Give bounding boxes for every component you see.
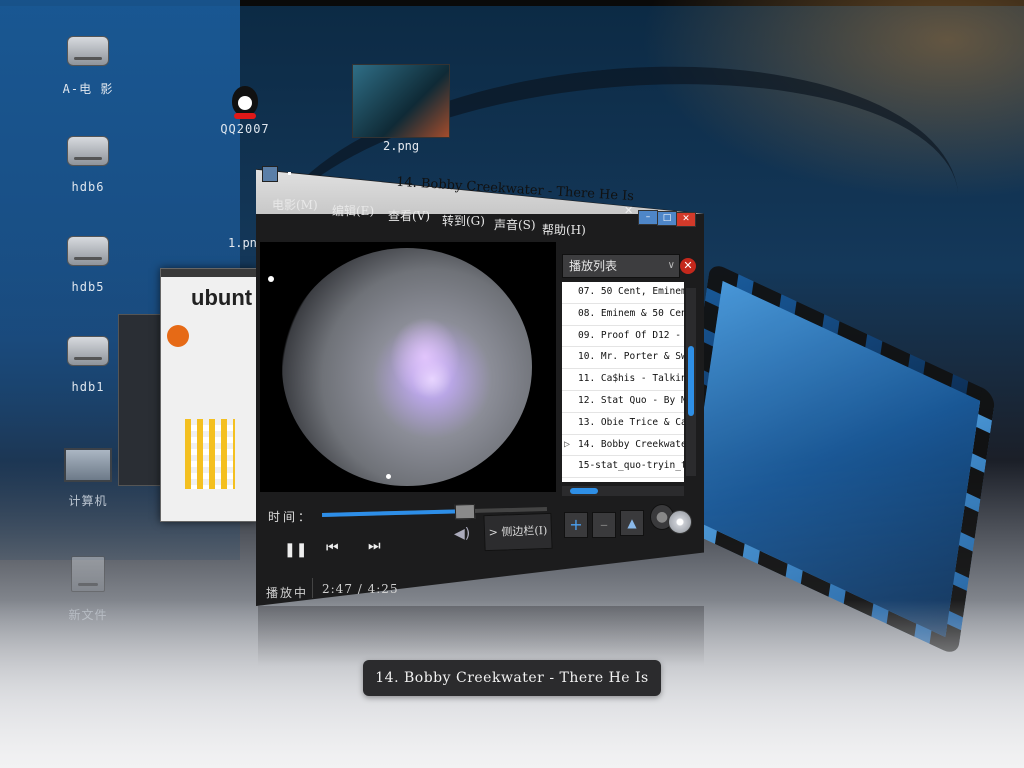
disc-icon [668, 510, 692, 534]
playlist-item[interactable]: 13. Obie Trice & Ca$h [562, 413, 684, 435]
wallpaper-filmstrip [672, 261, 996, 657]
window-reflection [258, 606, 704, 666]
elapsed-time: 2:47 [322, 582, 353, 596]
menu-view[interactable]: 查看(V) [388, 207, 430, 224]
media-player-window[interactable]: 14. Bobby Creekwater - There He Is ✕ – □… [256, 160, 704, 606]
seek-bar-handle[interactable] [454, 503, 475, 520]
drive-icon [67, 236, 109, 266]
desktop-icon-hdb6[interactable]: hdb6 [43, 136, 133, 194]
previous-button[interactable]: ⏮ [320, 538, 345, 557]
background-window-dark[interactable] [118, 314, 164, 486]
playlist-item[interactable]: 09. Proof Of D12 - T [562, 326, 684, 348]
status-text: 播放中 [266, 586, 309, 600]
add-to-playlist-button[interactable]: + [564, 512, 588, 538]
menu-movie[interactable]: 电影(M) [272, 196, 318, 213]
time-label: 时间： [268, 510, 314, 524]
playlist-vertical-scrollbar[interactable] [686, 288, 696, 476]
titlebar-dot [288, 172, 291, 175]
playlist-item-label: 08. Eminem & 50 Cent [578, 307, 684, 319]
close-playlist-button[interactable]: ✕ [680, 258, 696, 274]
volume-icon[interactable]: ◀) [454, 526, 470, 542]
playlist-item-label: 11. Ca$his - Talkin' [578, 373, 684, 385]
playlist-item-label: 09. Proof Of D12 - T [578, 329, 684, 341]
playlist-item[interactable]: 16-stat_quo_and_bobb [562, 478, 684, 482]
chevron-down-icon: ∨ [667, 260, 675, 271]
emoticon-grid [185, 419, 235, 489]
status-separator [312, 578, 313, 598]
desktop-icon-label: 新文件 [68, 608, 108, 622]
desktop-icon-movies[interactable]: A-电 影 [43, 36, 133, 97]
drive-icon [67, 136, 109, 166]
playlist-item-label: 12. Stat Quo - By My [578, 394, 684, 406]
playlist-list: 07. 50 Cent, Eminem, & 08. Eminem & 50 Ce… [562, 282, 684, 482]
open-folder-button[interactable]: ▲ [620, 510, 644, 536]
player-app-icon[interactable] [262, 166, 278, 182]
maximize-button[interactable]: □ [657, 211, 677, 226]
time-readout: 2:47 / 4:25 [322, 582, 399, 596]
video-frame-dot [386, 474, 391, 479]
menu-edit[interactable]: 编辑(E) [332, 202, 374, 219]
menu-sound[interactable]: 声音(S) [494, 216, 536, 233]
desktop-icon-label: hdb1 [71, 380, 105, 394]
qq-penguin-icon [232, 86, 258, 119]
total-time: 4:25 [367, 582, 399, 596]
scrollbar-thumb[interactable] [570, 488, 598, 494]
close-button[interactable]: ✕ [676, 212, 696, 227]
playlist-horizontal-scrollbar[interactable] [562, 486, 684, 496]
playlist-item[interactable]: 12. Stat Quo - By My [562, 391, 684, 413]
menu-go[interactable]: 转到(G) [442, 212, 485, 229]
desktop-icon-label: A-电 影 [62, 82, 114, 96]
desktop-icon-label: QQ2007 [220, 122, 270, 136]
desktop-icon-label: hdb5 [71, 280, 105, 294]
playlist-item[interactable]: ▷ 14. Bobby Creekwater [562, 435, 684, 457]
seek-bar-fill [321, 509, 464, 517]
remove-from-playlist-button[interactable]: – [592, 512, 616, 538]
ubuntu-logo-icon [167, 325, 189, 347]
playlist-item[interactable]: 15-stat_quo-tryin_ta [562, 456, 684, 479]
background-window-browser[interactable]: ubunt [160, 268, 258, 522]
scrollbar-thumb[interactable] [688, 346, 694, 416]
file-icon [71, 556, 105, 592]
menu-help[interactable]: 帮助(H) [542, 221, 586, 238]
playlist-panel: 播放列表 ∨ ✕ 07. 50 Cent, Eminem, & 08. Emine… [560, 254, 700, 500]
desktop-icon-label: hdb6 [71, 180, 105, 194]
sidebar-toggle-button[interactable]: > 侧边栏(I) [483, 512, 553, 552]
browser-heading: ubunt [191, 285, 253, 310]
playlist-item[interactable]: 10. Mr. Porter & Swif [562, 347, 684, 370]
png-thumbnail[interactable] [352, 64, 450, 138]
playlist-item-label: 10. Mr. Porter & Swif [578, 351, 684, 363]
playlist-item-label: 15-stat_quo-tryin_ta [578, 460, 684, 472]
close-icon[interactable]: ✕ [624, 204, 633, 217]
pause-button[interactable]: ❚❚ [278, 540, 313, 559]
playlist-title: 播放列表 [569, 259, 618, 273]
desktop-icon-label: 计算机 [68, 494, 108, 508]
playlist-item[interactable]: 11. Ca$his - Talkin' [562, 369, 684, 391]
drive-icon [67, 336, 109, 366]
playlist-item[interactable]: 08. Eminem & 50 Cent [562, 304, 684, 326]
desktop-icon-new-file[interactable]: 新文件 [43, 556, 133, 623]
playlist-item-label: 07. 50 Cent, Eminem, & [578, 286, 684, 297]
playlist-item-label: 14. Bobby Creekwater [578, 438, 684, 450]
controls-panel: 时间： ❚❚ ⏮ ⏭ ◀) > 侧边栏(I) + – ▲ ● 播放中 2:47 … [256, 498, 704, 606]
drive-icon [67, 36, 109, 66]
playlist-item-label: 13. Obie Trice & Ca$h [578, 416, 684, 428]
playlist-item[interactable]: 07. 50 Cent, Eminem, & [562, 282, 684, 304]
video-area[interactable] [260, 242, 556, 492]
video-frame-dot [268, 276, 274, 282]
now-playing-icon: ▷ [564, 438, 571, 450]
browser-titlebar [161, 269, 257, 277]
computer-icon [64, 448, 112, 482]
video-frame-spark [390, 317, 460, 397]
desktop-icon-hdb5[interactable]: hdb5 [43, 236, 133, 294]
minimize-button[interactable]: – [638, 210, 658, 225]
desktop-icon-qq[interactable]: QQ2007 [200, 86, 290, 136]
now-playing-osd: 14. Bobby Creekwater - There He Is [363, 660, 661, 696]
next-button[interactable]: ⏭ [362, 536, 387, 555]
png-label: 2.png [383, 139, 420, 153]
playlist-selector[interactable]: 播放列表 ∨ [562, 254, 680, 278]
menu-bar: 电影(M) 编辑(E) 查看(V) 转到(G) 声音(S) 帮助(H) [270, 196, 600, 238]
